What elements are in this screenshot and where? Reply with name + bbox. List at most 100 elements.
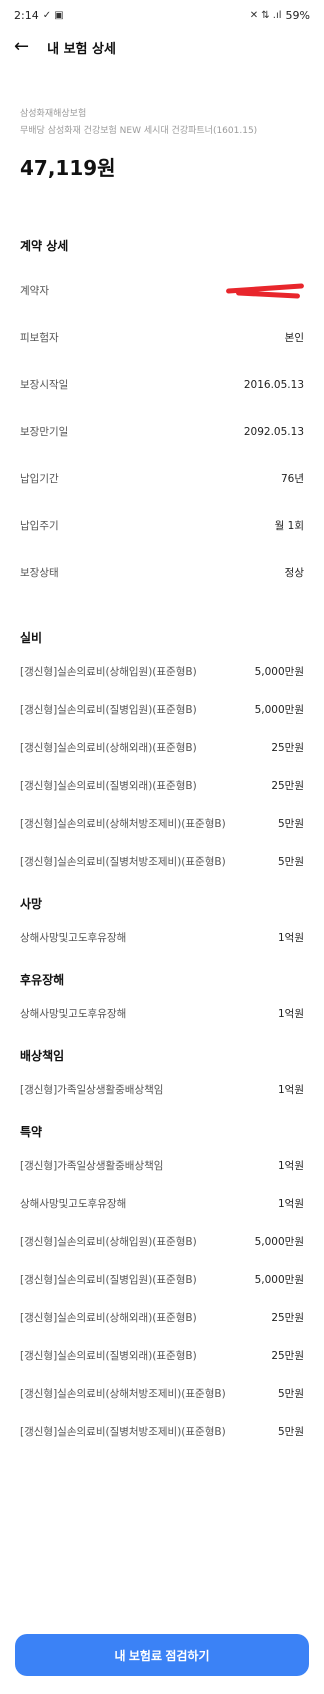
section-title: 사망 <box>20 897 43 911</box>
coverage-row: [갱신형]실손의료비(상해입원)(표준형B) 5,000만원 <box>0 1222 324 1260</box>
coverage-label: [갱신형]실손의료비(질병처방조제비)(표준형B) <box>20 1425 226 1438</box>
coverage-row: [갱신형]실손의료비(질병입원)(표준형B) 5,000만원 <box>0 1260 324 1298</box>
coverage-row: [갱신형]가족일상생활중배상책임 1억원 <box>0 1070 324 1108</box>
coverage-amount: 1억원 <box>277 931 304 944</box>
contract-row-value: 2016.05.13 <box>243 378 304 391</box>
contract-row-value: 2092.05.13 <box>243 425 304 438</box>
coverage-row: [갱신형]실손의료비(상해외래)(표준형B) 25만원 <box>0 728 324 766</box>
contract-row: 계약자 <box>0 267 324 314</box>
content: 계약 상세 계약자피보험자 본인보장시작일 2016.05.13 보장만기일 2092.… <box>0 236 324 1450</box>
coverage-label: [갱신형]실손의료비(상해처방조제비)(표준형B) <box>20 1387 226 1400</box>
coverage-amount: 5만원 <box>277 1425 304 1438</box>
coverage-label: 상해사망및고도후유장해 <box>20 1197 127 1210</box>
coverage-section: 실비 [갱신형]실손의료비(상해입원)(표준형B) 5,000만원 [갱신형]실손의료… <box>0 628 324 880</box>
contract-row: 보장시작일 2016.05.13 <box>0 361 324 408</box>
back-arrow-icon[interactable]: ← <box>14 38 29 56</box>
status-bar: 2:14 ✓ ▣ ✕ ⇅ .ıl 59% <box>0 0 324 30</box>
coverage-section: 사망상해사망및고도후유장해 1억원 <box>0 894 324 956</box>
product-name: 무배당 삼성화재 건강보험 NEW 세시대 건강파트너(1601.15) <box>20 126 258 136</box>
coverage-row: [갱신형]실손의료비(질병외래)(표준형B) 25만원 <box>0 1336 324 1374</box>
coverage-amount: 5,000만원 <box>254 703 304 716</box>
coverage-label: [갱신형]실손의료비(질병처방조제비)(표준형B) <box>20 855 226 868</box>
coverage-section: 특약 [갱신형]가족일상생활중배상책임 1억원 상해사망및고도후유장해 1억원 [갱신형]… <box>0 1122 324 1450</box>
coverage-amount: 1억원 <box>277 1007 304 1020</box>
coverage-label: [갱신형]실손의료비(질병입원)(표준형B) <box>20 703 197 716</box>
contract-row-value: 정상 <box>284 567 304 579</box>
coverage-row: 상해사망및고도후유장해 1억원 <box>0 994 324 1032</box>
status-time: 2:14 <box>14 8 39 22</box>
battery-level: 59% <box>285 8 310 22</box>
coverage-row: [갱신형]실손의료비(질병외래)(표준형B) 25만원 <box>0 766 324 804</box>
status-left: 2:14 ✓ ▣ <box>14 9 64 22</box>
contract-row: 피보험자 본인 <box>0 314 324 361</box>
coverage-amount: 25만원 <box>271 741 304 754</box>
coverage-label: [갱신형]실손의료비(상해외래)(표준형B) <box>20 1311 197 1324</box>
coverage-amount: 5만원 <box>277 817 304 830</box>
section-title: 배상책임 <box>20 1049 65 1063</box>
coverage-amount: 25만원 <box>271 1349 304 1362</box>
coverage-row: [갱신형]실손의료비(상해외래)(표준형B) 25만원 <box>0 1298 324 1336</box>
coverage-label: [갱신형]실손의료비(질병입원)(표준형B) <box>20 1273 197 1286</box>
coverage-sections: 실비 [갱신형]실손의료비(상해입원)(표준형B) 5,000만원 [갱신형]실손의료… <box>0 628 324 1450</box>
coverage-row: [갱신형]실손의료비(질병처방조제비)(표준형B) 5만원 <box>0 842 324 880</box>
section-title: 후유장해 <box>20 973 65 987</box>
coverage-amount: 25만원 <box>271 1311 304 1324</box>
coverage-amount: 5만원 <box>277 855 304 868</box>
contract-row: 납입기간 76년 <box>0 455 324 502</box>
coverage-amount: 25만원 <box>271 779 304 792</box>
coverage-row: [갱신형]실손의료비(질병입원)(표준형B) 5,000만원 <box>0 690 324 728</box>
notification-icon: ✓ ▣ <box>42 9 64 21</box>
coverage-label: [갱신형]실손의료비(상해처방조제비)(표준형B) <box>20 817 226 830</box>
coverage-row: [갱신형]실손의료비(상해처방조제비)(표준형B) 5만원 <box>0 1374 324 1412</box>
coverage-section: 후유장해상해사망및고도후유장해 1억원 <box>0 970 324 1032</box>
coverage-label: [갱신형]실손의료비(질병외래)(표준형B) <box>20 1349 197 1362</box>
contract-row: 납입주기 월 1회 <box>0 502 324 549</box>
section-title: 특약 <box>20 1125 43 1139</box>
coverage-label: [갱신형]실손의료비(상해외래)(표준형B) <box>20 741 197 754</box>
coverage-row: 상해사망및고도후유장해 1억원 <box>0 918 324 956</box>
contract-row-label: 납입기간 <box>20 473 59 485</box>
monthly-premium: 47,119원 <box>20 156 116 180</box>
contract-row-label: 피보험자 <box>20 332 59 344</box>
coverage-amount: 5,000만원 <box>254 1273 304 1286</box>
product-summary: 삼성화재해상보험 무배당 삼성화재 건강보험 NEW 세시대 건강파트너(160… <box>0 64 324 181</box>
contract-row-value: 본인 <box>284 332 304 344</box>
contract-row-value: 76년 <box>280 473 304 485</box>
contract-details: 계약자피보험자 본인보장시작일 2016.05.13 보장만기일 2092.05.13 납… <box>0 267 324 596</box>
coverage-amount: 1억원 <box>277 1197 304 1210</box>
status-right: ✕ ⇅ .ıl 59% <box>250 9 310 22</box>
signal-icon: ✕ ⇅ .ıl <box>249 9 282 21</box>
contract-row-label: 납입주기 <box>20 520 59 532</box>
section-title: 실비 <box>20 631 43 645</box>
contract-row-label: 계약자 <box>20 285 49 297</box>
coverage-label: 상해사망및고도후유장해 <box>20 931 127 944</box>
contract-row-value: 월 1회 <box>274 520 304 532</box>
insurer-name: 삼성화재해상보험 <box>20 109 87 119</box>
contract-row: 보장상태 정상 <box>0 549 324 596</box>
coverage-amount: 5만원 <box>277 1387 304 1400</box>
coverage-label: [갱신형]실손의료비(질병외래)(표준형B) <box>20 779 197 792</box>
coverage-row: [갱신형]실손의료비(상해입원)(표준형B) 5,000만원 <box>0 652 324 690</box>
contract-row-label: 보장시작일 <box>20 379 69 391</box>
coverage-amount: 1억원 <box>277 1159 304 1172</box>
coverage-label: [갱신형]가족일상생활중배상책임 <box>20 1083 164 1096</box>
contract-row-label: 보장상태 <box>20 567 59 579</box>
coverage-label: [갱신형]실손의료비(상해입원)(표준형B) <box>20 1235 197 1248</box>
coverage-label: [갱신형]실손의료비(상해입원)(표준형B) <box>20 665 197 678</box>
page-title: 내 보험 상세 <box>47 41 116 57</box>
coverage-amount: 5,000만원 <box>254 1235 304 1248</box>
coverage-row: 상해사망및고도후유장해 1억원 <box>0 1184 324 1222</box>
coverage-row: [갱신형]실손의료비(상해처방조제비)(표준형B) 5만원 <box>0 804 324 842</box>
check-premium-button[interactable]: 내 보험료 점검하기 <box>15 1634 309 1676</box>
coverage-label: [갱신형]가족일상생활중배상책임 <box>20 1159 164 1172</box>
redacted-value <box>224 284 304 298</box>
coverage-section: 배상책임 [갱신형]가족일상생활중배상책임 1억원 <box>0 1046 324 1108</box>
contract-row: 보장만기일 2092.05.13 <box>0 408 324 455</box>
coverage-row: [갱신형]실손의료비(질병처방조제비)(표준형B) 5만원 <box>0 1412 324 1450</box>
coverage-label: 상해사망및고도후유장해 <box>20 1007 127 1020</box>
coverage-row: [갱신형]가족일상생활중배상책임 1억원 <box>0 1146 324 1184</box>
contract-section-title: 계약 상세 <box>20 239 69 253</box>
app-header: ← 내 보험 상세 <box>0 30 324 64</box>
contract-row-label: 보장만기일 <box>20 426 69 438</box>
coverage-amount: 5,000만원 <box>254 665 304 678</box>
